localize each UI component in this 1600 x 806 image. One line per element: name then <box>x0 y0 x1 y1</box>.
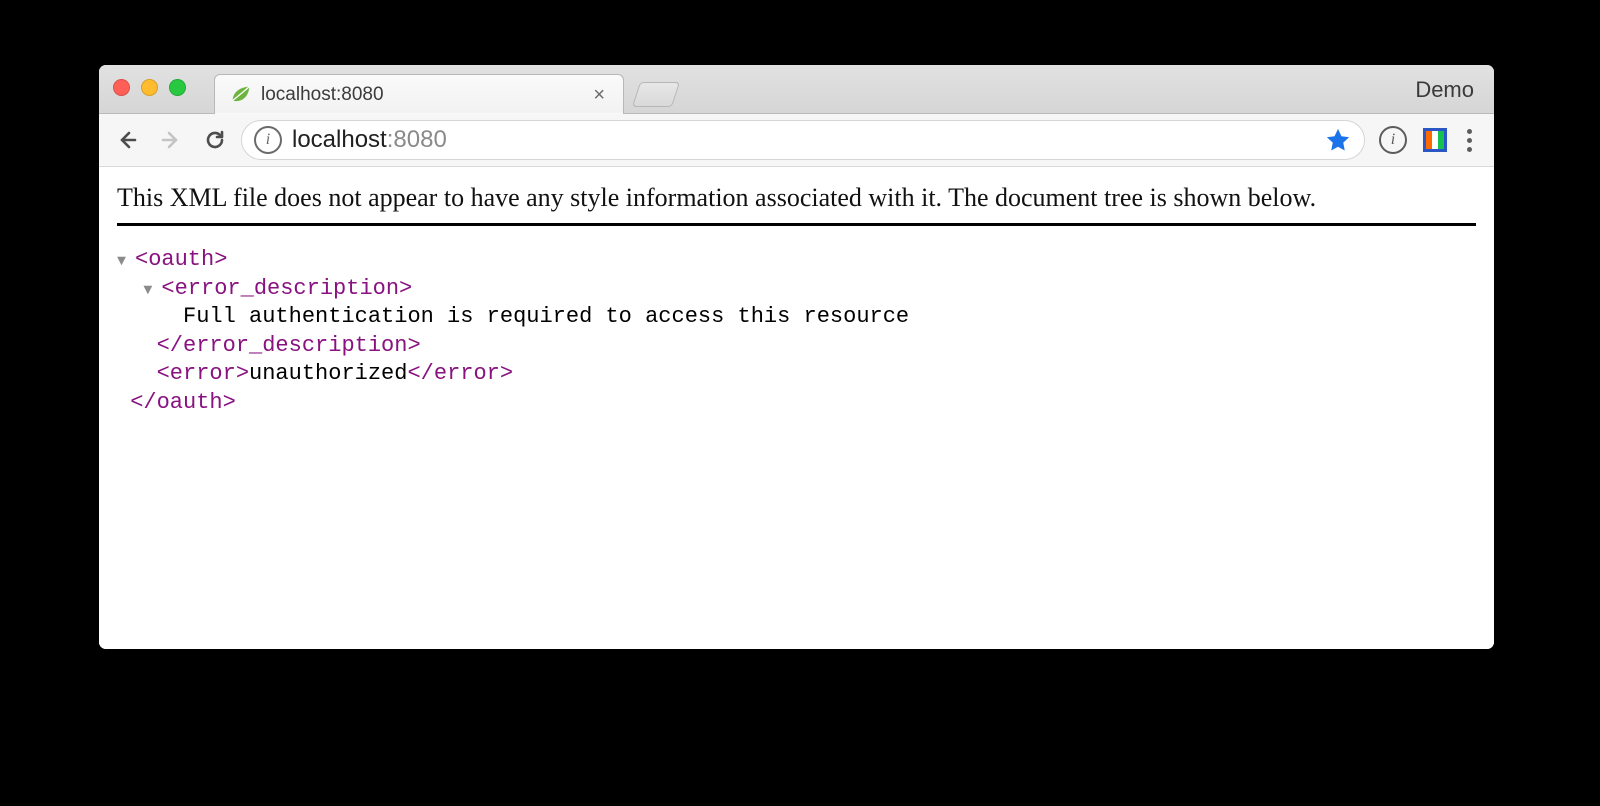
xml-tag-close: </error> <box>407 361 513 386</box>
xml-tag-open: <error_description> <box>161 276 412 301</box>
back-button[interactable] <box>109 122 145 158</box>
menu-button[interactable] <box>1463 127 1476 154</box>
url-text: localhost:8080 <box>292 126 447 154</box>
tab-close-button[interactable]: × <box>589 85 609 105</box>
reload-button[interactable] <box>197 122 233 158</box>
url-port: :8080 <box>387 126 447 153</box>
tab-title: localhost:8080 <box>261 84 579 106</box>
toolbar: i localhost:8080 i <box>99 114 1494 167</box>
new-tab-button[interactable] <box>632 82 680 107</box>
address-bar[interactable]: i localhost:8080 <box>241 120 1365 160</box>
browser-window: localhost:8080 × Demo i localhost:8080 <box>99 65 1494 649</box>
xml-tree: ▼<oauth> ▼<error_description> Full authe… <box>117 246 1476 418</box>
page-info-icon[interactable]: i <box>1379 126 1407 154</box>
forward-button[interactable] <box>153 122 189 158</box>
bookmark-star-icon[interactable] <box>1324 126 1352 154</box>
xml-text: Full authentication is required to acces… <box>183 304 909 329</box>
url-host: localhost <box>292 126 387 153</box>
tab-strip: localhost:8080 × <box>214 65 676 113</box>
spring-leaf-icon <box>229 84 251 106</box>
collapse-caret-icon[interactable]: ▼ <box>143 281 161 301</box>
collapse-caret-icon[interactable]: ▼ <box>117 252 135 272</box>
xml-tag-open: <oauth> <box>135 247 227 272</box>
profile-label[interactable]: Demo <box>1415 77 1474 103</box>
zoom-window-button[interactable] <box>169 79 186 96</box>
window-controls <box>113 79 186 96</box>
toolbar-right-icons: i <box>1373 126 1484 154</box>
xml-text: unauthorized <box>249 361 407 386</box>
minimize-window-button[interactable] <box>141 79 158 96</box>
xml-tag-open: <error> <box>157 361 249 386</box>
xml-tag-close: </oauth> <box>130 390 236 415</box>
site-info-icon[interactable]: i <box>254 126 282 154</box>
close-window-button[interactable] <box>113 79 130 96</box>
xml-style-warning: This XML file does not appear to have an… <box>117 183 1476 226</box>
lighthouse-extension-icon[interactable] <box>1423 128 1447 152</box>
page-viewport: This XML file does not appear to have an… <box>99 167 1494 649</box>
xml-tag-close: </error_description> <box>157 333 421 358</box>
browser-tab[interactable]: localhost:8080 × <box>214 74 624 114</box>
titlebar: localhost:8080 × Demo <box>99 65 1494 114</box>
